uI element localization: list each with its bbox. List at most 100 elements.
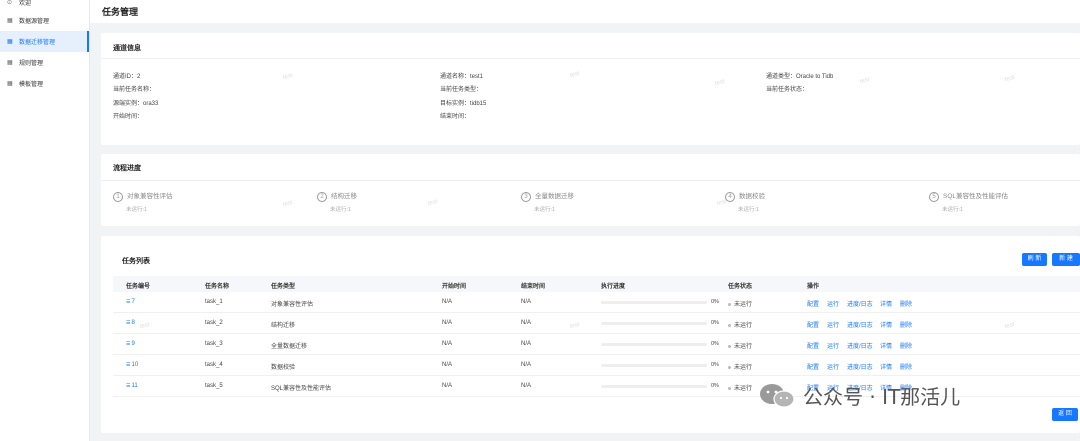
progress-log-link[interactable]: 进度/日志	[847, 299, 873, 308]
flow-progress-card: 流程进度 1 对象兼容性评估 未运行:1 2 结构迁移 未运行:1 3 全量数据…	[101, 154, 1080, 226]
sidebar-item-label: 数据迁移管理	[19, 40, 56, 46]
progress-percent: 0%	[711, 320, 719, 326]
task-id-link[interactable]: ☰8	[126, 320, 135, 326]
table-row: ☰8 task_2 结构迁移 N/A N/A 0% 未运行 配置 运行 进度/日志 详情 删除	[113, 313, 1080, 334]
details-link[interactable]: 详情	[880, 341, 892, 350]
source-instance: 源端实例：ora33	[113, 101, 159, 107]
sidebar-item-label: 数据源管理	[19, 19, 50, 25]
sidebar-item-templates[interactable]: ▦ 模板管理	[0, 73, 89, 94]
delete-button[interactable]: 删除	[900, 299, 912, 308]
task-id-link[interactable]: ☰10	[126, 362, 138, 368]
channel-info-card: 通道信息 通道ID：2 通道名称：test1 通道类型：Oracle to Ti…	[101, 33, 1080, 145]
task-end-time-text: N/A	[521, 383, 532, 389]
task-id-link-text: 10	[131, 362, 139, 368]
task-start-time: N/A	[442, 362, 452, 368]
step-name: SQL兼容性及性能评估	[943, 193, 1009, 200]
divider	[101, 58, 1080, 59]
task-start-time: N/A	[442, 320, 452, 326]
progress-log-link[interactable]: 进度/日志	[847, 341, 873, 350]
target-instance: 目标实例：tidb15	[440, 101, 487, 107]
task-end-time: N/A	[521, 362, 531, 368]
config-button[interactable]: 配置	[807, 320, 819, 329]
task-name-text: task_5	[205, 383, 223, 389]
run-button[interactable]: 运行	[827, 299, 839, 308]
task-type-text: 结构迁移	[271, 323, 296, 329]
step-number: 1	[113, 192, 123, 202]
channel-info-title: 通道信息	[113, 45, 141, 52]
end-time: 结束时间：	[440, 114, 471, 120]
task-start-time: N/A	[442, 383, 452, 389]
sidebar-item-datasource[interactable]: ▦ 数据源管理	[0, 10, 89, 31]
channel-id: 通道ID：2	[113, 74, 141, 80]
task-name-text: task_2	[205, 320, 223, 326]
expand-icon[interactable]: ☰	[126, 362, 130, 368]
step-number: 3	[521, 192, 531, 202]
task-type: 全量数据迁移	[271, 341, 307, 350]
grid-icon: ▦	[7, 80, 13, 87]
details-link[interactable]: 详情	[880, 299, 892, 308]
grid-icon: ▦	[7, 38, 13, 45]
step-number: 5	[929, 192, 939, 202]
task-type-text: 对象兼容性评估	[271, 302, 314, 308]
step-status: 未运行:1	[738, 207, 760, 213]
step-status: 未运行:1	[126, 207, 148, 213]
task-id-link[interactable]: ☰7	[126, 299, 135, 305]
expand-icon[interactable]: ☰	[126, 299, 130, 305]
task-status: 未运行	[728, 362, 752, 371]
expand-icon[interactable]: ☰	[126, 320, 130, 326]
progress-bar	[601, 364, 707, 367]
table-row: ☰7 task_1 对象兼容性评估 N/A N/A 0% 未运行 配置 运行 进度/日志 详情 删除	[113, 292, 1080, 313]
delete-button[interactable]: 删除	[900, 362, 912, 371]
config-button[interactable]: 配置	[807, 299, 819, 308]
column-header: 任务类型	[271, 284, 296, 290]
task-name-text: task_1	[205, 299, 223, 305]
step-number: 2	[317, 192, 327, 202]
expand-icon[interactable]: ☰	[126, 341, 130, 347]
column-header: 任务名称	[205, 284, 230, 290]
details-link[interactable]: 详情	[880, 320, 892, 329]
delete-button[interactable]: 删除	[900, 341, 912, 350]
new-task-button[interactable]: 新 建	[1052, 253, 1080, 266]
flow-step: 3 全量数据迁移 未运行:1	[521, 192, 574, 213]
task-type-text: SQL兼容性及性能评估	[271, 386, 332, 392]
task-status: 未运行	[728, 299, 752, 308]
sidebar-item-label: 模板管理	[19, 82, 44, 88]
run-button[interactable]: 运行	[827, 320, 839, 329]
run-button[interactable]: 运行	[827, 362, 839, 371]
expand-icon[interactable]: ☰	[126, 383, 130, 389]
task-id-link-text: 11	[131, 383, 138, 389]
task-id-link[interactable]: ☰11	[126, 383, 138, 389]
task-name: task_1	[205, 299, 223, 305]
status-dot-icon	[728, 302, 731, 306]
task-end-time: N/A	[521, 341, 531, 347]
task-name: task_3	[205, 341, 223, 347]
progress-percent: 0%	[711, 299, 719, 305]
step-name: 全量数据迁移	[535, 193, 574, 200]
sidebar-item-migration[interactable]: ▦ 数据迁移管理	[0, 31, 89, 52]
progress-log-link[interactable]: 进度/日志	[847, 362, 873, 371]
task-id-link[interactable]: ☰9	[126, 341, 135, 347]
flow-step: 5 SQL兼容性及性能评估 未运行:1	[929, 192, 1008, 213]
status-dot-icon	[728, 323, 731, 327]
task-type-text: 全量数据迁移	[271, 344, 308, 350]
task-name: task_2	[205, 320, 223, 326]
back-button[interactable]: 返 回	[1052, 408, 1078, 421]
task-id-link-text: 8	[131, 320, 135, 326]
delete-button[interactable]: 删除	[900, 320, 912, 329]
flow-title: 流程进度	[113, 165, 141, 172]
progress-percent: 0%	[711, 341, 719, 347]
progress-log-link[interactable]: 进度/日志	[847, 320, 873, 329]
task-start-time-text: N/A	[442, 341, 453, 347]
details-link[interactable]: 详情	[880, 362, 892, 371]
home-icon: ⊙	[7, 0, 13, 6]
refresh-button[interactable]: 刷 新	[1022, 253, 1047, 266]
table-row: ☰10 task_4 数据校验 N/A N/A 0% 未运行 配置 运行 进度/日志 详情 删除	[113, 355, 1080, 376]
progress-bar	[601, 301, 707, 304]
run-button[interactable]: 运行	[827, 341, 839, 350]
config-button[interactable]: 配置	[807, 362, 819, 371]
current-task-type: 当前任务类型：	[440, 87, 483, 93]
sidebar-item-rules[interactable]: ▦ 规则管理	[0, 52, 89, 73]
config-button[interactable]: 配置	[807, 341, 819, 350]
column-header: 操作	[807, 284, 820, 290]
step-name: 结构迁移	[331, 193, 357, 200]
